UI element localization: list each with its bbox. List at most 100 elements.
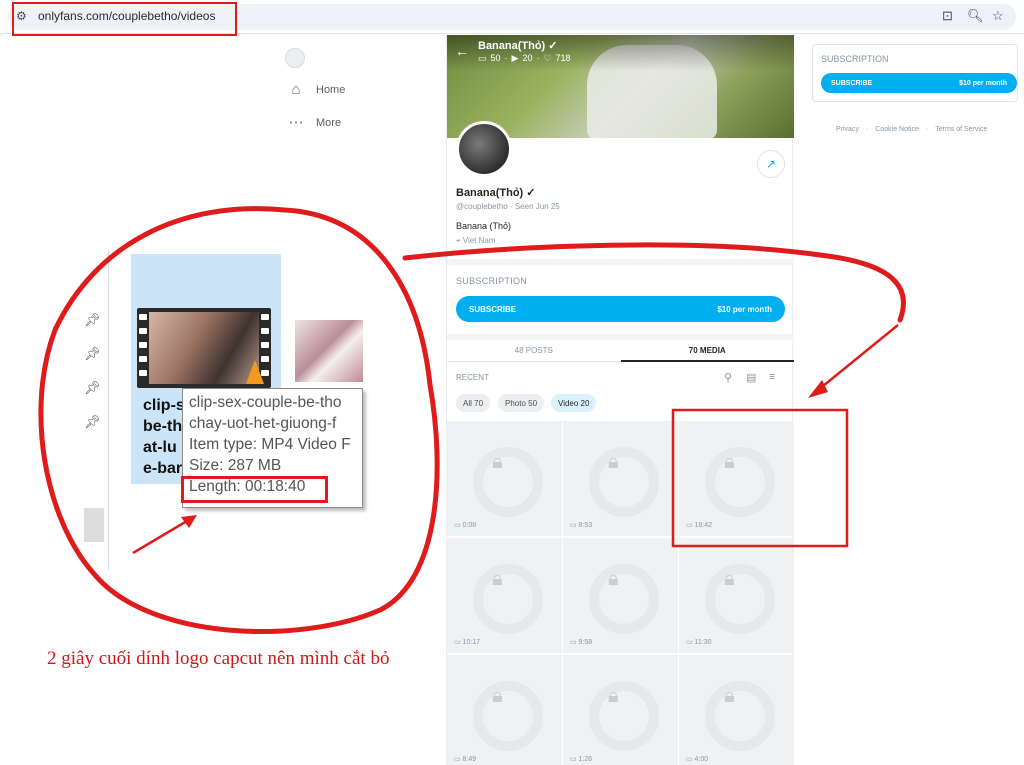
cover-profile-name: Banana(Thỏ) ✓ — [478, 40, 558, 52]
pin-icon[interactable]: 📌︎ — [84, 346, 101, 362]
subscription-title: SUBSCRIPTION — [821, 54, 889, 64]
video-duration: ▭ 1:26 — [570, 756, 593, 763]
sidebar-subscription-card: SUBSCRIPTION SUBSCRIBE $10 per month — [812, 44, 1018, 102]
lock-icon: 🔒︎ — [492, 685, 503, 707]
tab-posts[interactable]: 48 POSTS — [447, 340, 621, 362]
lock-icon: 🔒︎ — [608, 451, 619, 473]
pin-icon[interactable]: 📌︎ — [84, 312, 101, 328]
subscription-title: SUBSCRIPTION — [456, 276, 528, 286]
watermark-logo — [705, 681, 775, 751]
footer-links: Privacy · Cookie Notice · Terms of Service — [836, 126, 988, 133]
subscribe-button[interactable]: SUBSCRIBE $10 per month — [456, 296, 785, 322]
video-thumbnail[interactable] — [295, 320, 363, 382]
lock-icon: 🔒︎ — [492, 451, 503, 473]
vlc-cone-icon — [246, 360, 264, 384]
lock-icon: 🔒︎ — [724, 451, 735, 473]
filter-photo[interactable]: Photo 50 — [498, 394, 545, 412]
video-duration: ▭ 10:17 — [454, 639, 481, 646]
tooltip-line: clip-sex-couple-be-tho — [189, 394, 342, 411]
share-button[interactable]: ↗ — [757, 150, 785, 178]
annotation-arrow — [811, 324, 899, 396]
tab-media[interactable]: 70 MEDIA — [620, 340, 794, 362]
sidebar-item-more[interactable]: ⋯ More — [288, 114, 342, 131]
cover-image: ← Banana(Thỏ) ✓ ▭ 50 · ▶ 20 · ♡ 718 — [447, 35, 794, 138]
privacy-link[interactable]: Privacy — [836, 126, 859, 133]
media-item[interactable]: 🔒︎ ▭ 8:49 — [447, 655, 562, 765]
media-item[interactable]: 🔒︎ ▭ 8:53 — [563, 421, 678, 536]
video-duration: ▭ 18:42 — [686, 522, 713, 529]
cookie-notice-link[interactable]: Cookie Notice — [875, 126, 919, 133]
lock-icon: 🔒︎ — [608, 568, 619, 590]
url-annotation-box — [12, 2, 237, 36]
video-duration: ▭ 4:00 — [686, 756, 709, 763]
search-icon[interactable]: ⚲ — [724, 371, 732, 384]
tooltip-line: Size: 287 MB — [189, 457, 282, 474]
verified-icon: ✓ — [526, 187, 536, 199]
pin-icon[interactable]: 📌︎ — [84, 380, 101, 396]
annotation-arrow-head — [808, 380, 828, 398]
tooltip-line: Item type: MP4 Video F — [189, 436, 351, 453]
sort-icon[interactable]: ≡ — [769, 371, 775, 383]
filter-video[interactable]: Video 20 — [551, 394, 597, 412]
sidebar-item-label: Home — [316, 84, 346, 96]
watermark-logo — [705, 447, 775, 517]
media-item[interactable]: 🔒︎ ▭ 9:58 — [563, 538, 678, 653]
pin-icon[interactable]: 📌︎ — [84, 414, 101, 430]
profile-stats: ▭ 50 · ▶ 20 · ♡ 718 — [478, 53, 571, 63]
video-duration: ▭ 11:30 — [686, 639, 712, 646]
file-explorer-crop: 📌︎ 📌︎ 📌︎ 📌︎ clip-s be-th at-lu e-bar cli… — [84, 250, 363, 570]
sidebar-item-home[interactable]: ⌂ Home — [288, 82, 345, 98]
media-item[interactable]: 🔒︎ ▭ 18:42 — [679, 421, 794, 536]
verified-icon: ✓ — [548, 40, 558, 52]
lock-icon: 🔒︎ — [724, 685, 735, 707]
last-seen: Seen Jun 25 — [514, 202, 560, 211]
video-duration: ▭ 0:08 — [454, 522, 477, 529]
install-app-icon[interactable]: ⊡ — [942, 8, 953, 24]
watermark-logo — [473, 564, 543, 634]
sidebar-item-label: More — [316, 117, 342, 129]
watermark-logo — [473, 681, 543, 751]
more-icon: ⋯ — [288, 114, 304, 131]
annotation-caption: 2 giây cuối dính logo capcut nên mình cắ… — [47, 648, 390, 669]
home-icon: ⌂ — [291, 81, 301, 98]
location-pin-icon: ⌖ — [456, 236, 461, 245]
profile-location: ⌖ Viet Nam — [456, 236, 496, 245]
profile-column: ← Banana(Thỏ) ✓ ▭ 50 · ▶ 20 · ♡ 718 ↗ Banan… — [446, 35, 794, 765]
media-item[interactable]: 🔒︎ ▭ 1:26 — [563, 655, 678, 765]
media-item[interactable]: 🔒︎ ▭ 0:08 — [447, 421, 562, 536]
bookmark-star-icon[interactable]: ☆ — [992, 8, 1004, 24]
video-duration: ▭ 8:49 — [454, 756, 477, 763]
subscription-section: SUBSCRIPTION SUBSCRIBE $10 per month — [447, 259, 794, 329]
back-arrow-icon[interactable]: ← — [455, 43, 469, 59]
media-item[interactable]: 🔒︎ ▭ 11:30 — [679, 538, 794, 653]
tooltip-line: chay-uot-het-giuong-f — [189, 415, 337, 432]
profile-tabs: 48 POSTS 70 MEDIA — [447, 334, 794, 362]
posts-icon: ▭ — [478, 53, 487, 63]
watermark-logo — [589, 564, 659, 634]
sort-label[interactable]: RECENT — [456, 373, 489, 382]
video-duration: ▭ 8:53 — [570, 522, 593, 529]
posts-count: 50 — [490, 53, 501, 63]
length-annotation-box — [181, 476, 328, 503]
terms-link[interactable]: Terms of Service — [935, 126, 987, 133]
media-count: 20 — [522, 53, 533, 63]
share-icon: ↗ — [765, 157, 777, 171]
media-item[interactable]: 🔒︎ ▭ 10:17 — [447, 538, 562, 653]
video-duration: ▭ 9:58 — [570, 639, 593, 646]
profile-handle: @couplebetho · Seen Jun 25 — [456, 202, 560, 211]
video-icon: ▶ — [511, 53, 519, 63]
profile-display-name: Banana (Thỏ) — [456, 221, 512, 231]
profile-avatar[interactable] — [456, 121, 512, 177]
watermark-logo — [473, 447, 543, 517]
filter-all[interactable]: All 70 — [456, 394, 491, 412]
user-avatar[interactable] — [285, 48, 305, 68]
profile-name: Banana(Thỏ) ✓ — [456, 187, 536, 199]
subscribe-button[interactable]: SUBSCRIBE $10 per month — [821, 73, 1017, 93]
zoom-icon[interactable]: 🔍︎ — [967, 8, 984, 24]
media-item[interactable]: 🔒︎ ▭ 4:00 — [679, 655, 794, 765]
lock-icon: 🔒︎ — [492, 568, 503, 590]
layout-icon[interactable]: ▤ — [746, 371, 756, 384]
scrollbar-thumb[interactable] — [84, 508, 104, 542]
watermark-logo — [705, 564, 775, 634]
heart-icon: ♡ — [543, 53, 552, 63]
